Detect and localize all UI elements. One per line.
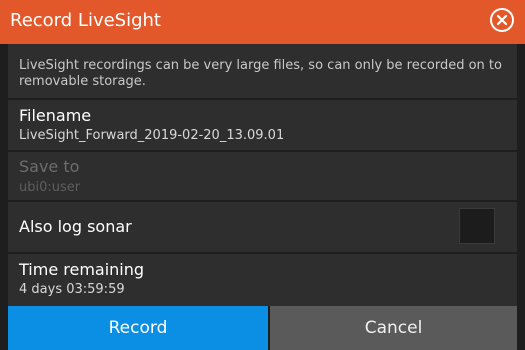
divider	[8, 252, 517, 254]
dialog-body: LiveSight recordings can be very large f…	[8, 44, 517, 306]
divider	[8, 200, 517, 202]
also-log-sonar-checkbox[interactable]	[459, 208, 495, 244]
filename-label: Filename	[19, 106, 92, 125]
record-button[interactable]: Record	[8, 306, 268, 350]
close-x-glyph	[496, 14, 508, 26]
close-icon[interactable]	[490, 8, 514, 32]
divider	[8, 150, 517, 152]
save-to-value: ubi0:user	[19, 180, 81, 195]
dialog-title: Record LiveSight	[10, 10, 161, 31]
also-log-sonar-label: Also log sonar	[19, 217, 132, 236]
title-bar: Record LiveSight	[0, 0, 525, 44]
cancel-button[interactable]: Cancel	[270, 306, 517, 350]
save-to-label: Save to	[19, 157, 80, 176]
info-text: LiveSight recordings can be very large f…	[19, 58, 502, 89]
divider	[8, 98, 517, 100]
time-remaining-value: 4 days 03:59:59	[19, 282, 125, 297]
record-livesight-dialog: Record LiveSight LiveSight recordings ca…	[0, 0, 525, 350]
filename-value: LiveSight_Forward_2019-02-20_13.09.01	[19, 128, 285, 143]
time-remaining-label: Time remaining	[19, 260, 145, 279]
